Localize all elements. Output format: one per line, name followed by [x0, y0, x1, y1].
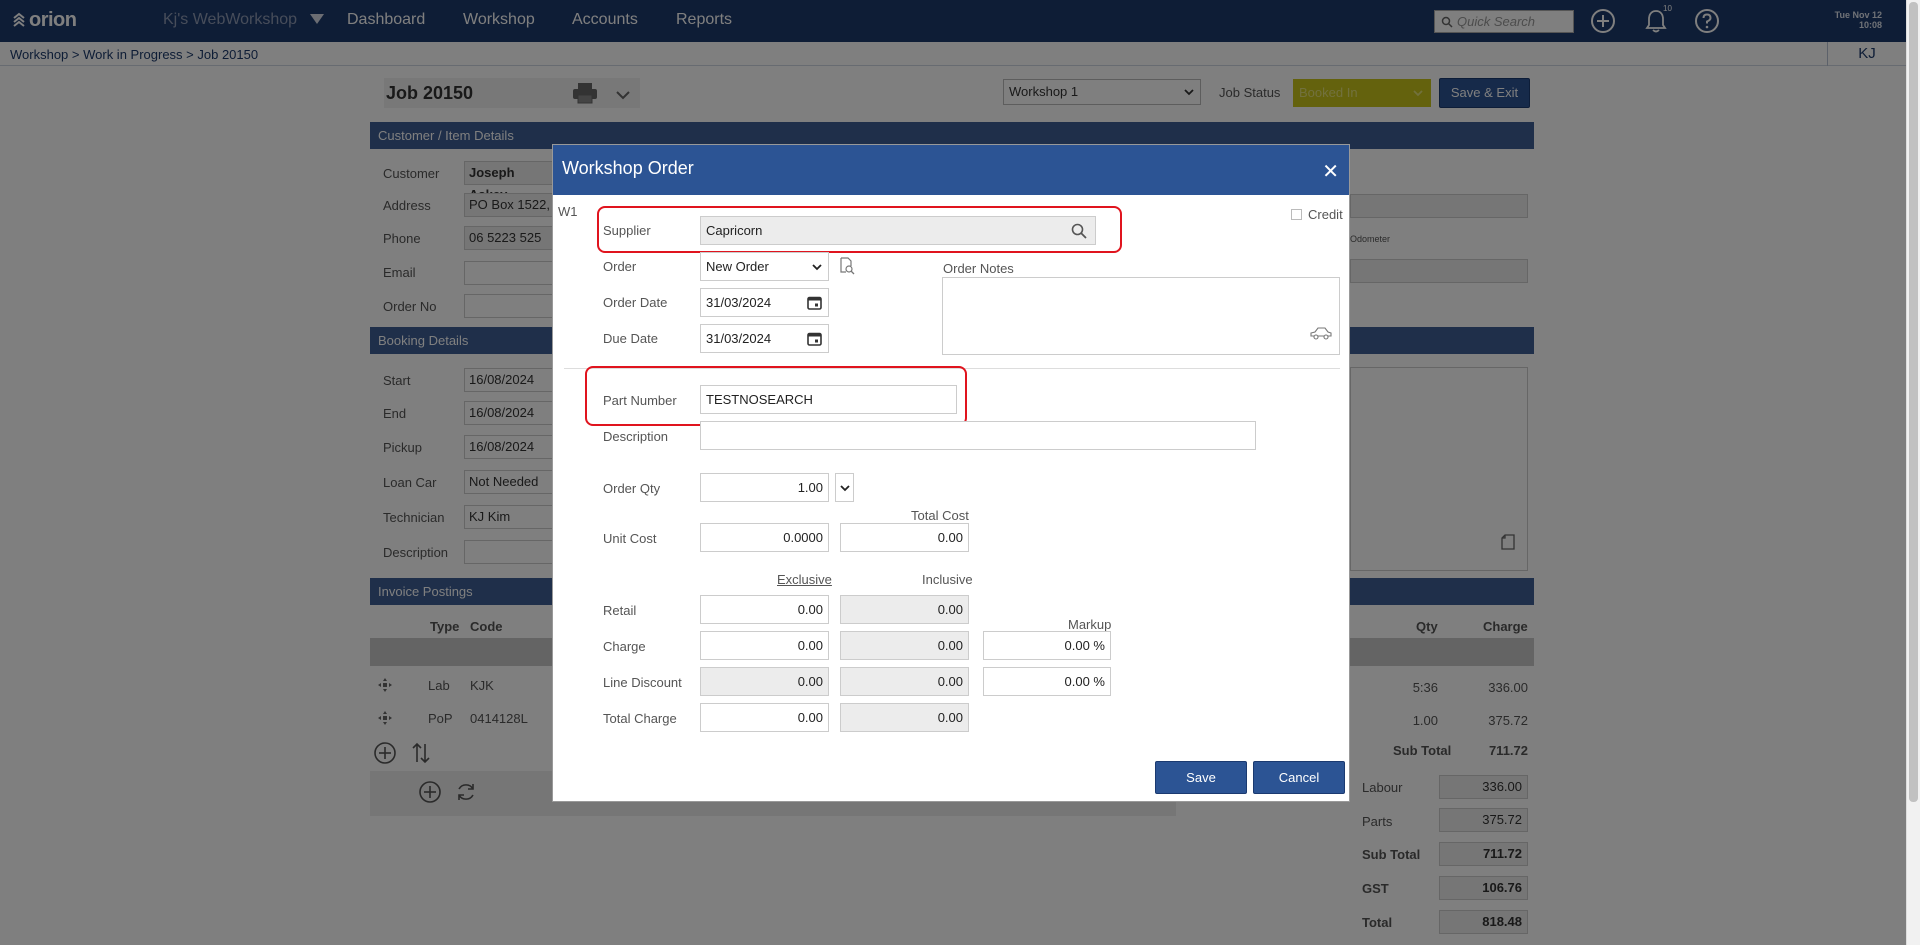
retail-inclusive-input: 0.00	[840, 595, 969, 624]
total-charge-label: Total Charge	[603, 711, 677, 726]
supplier-input[interactable]: Capricorn	[700, 216, 1096, 245]
calendar-icon[interactable]	[807, 331, 822, 346]
order-qty-label: Order Qty	[603, 481, 661, 496]
unit-cost-input[interactable]: 0.0000	[700, 523, 829, 552]
description-label: Description	[603, 429, 669, 444]
retail-label: Retail	[603, 603, 637, 618]
car-icon[interactable]	[1309, 326, 1333, 340]
workshop-order-dialog: Workshop Order ✕ W1 Credit Supplier Capr…	[552, 144, 1350, 802]
close-icon[interactable]: ✕	[1322, 149, 1339, 195]
total-cost-input[interactable]: 0.00	[840, 523, 969, 552]
due-date-value: 31/03/2024	[706, 331, 772, 346]
charge-inclusive-input: 0.00	[840, 631, 969, 660]
page-scrollbar[interactable]	[1906, 0, 1920, 945]
order-date-input[interactable]: 31/03/2024	[700, 288, 829, 317]
order-date-value: 31/03/2024	[706, 295, 772, 310]
supplier-value: Capricorn	[706, 223, 763, 238]
search-icon[interactable]	[1071, 223, 1087, 239]
dialog-title: Workshop Order	[562, 158, 694, 178]
due-date-input[interactable]: 31/03/2024	[700, 324, 829, 353]
document-search-icon[interactable]	[839, 257, 855, 275]
order-select-value: New Order	[706, 259, 769, 274]
charge-label: Charge	[603, 639, 646, 654]
total-charge-exclusive-input[interactable]: 0.00	[700, 703, 829, 732]
discount-markup-input[interactable]: 0.00 %	[983, 667, 1111, 696]
order-date-label: Order Date	[603, 295, 668, 310]
part-number-input[interactable]: TESTNOSEARCH	[700, 385, 957, 414]
exclusive-header[interactable]: Exclusive	[777, 572, 832, 587]
description-input[interactable]	[700, 421, 1256, 450]
credit-label: Credit	[1308, 207, 1343, 222]
order-qty-dropdown[interactable]	[835, 473, 854, 502]
order-code-label: W1	[558, 204, 578, 219]
cancel-button[interactable]: Cancel	[1253, 761, 1345, 794]
inclusive-header[interactable]: Inclusive	[922, 572, 973, 587]
calendar-icon[interactable]	[807, 295, 822, 310]
charge-markup-input[interactable]: 0.00 %	[983, 631, 1111, 660]
line-discount-label: Line Discount	[603, 675, 682, 690]
supplier-label: Supplier	[603, 223, 651, 238]
charge-exclusive-input[interactable]: 0.00	[700, 631, 829, 660]
order-label: Order	[603, 259, 637, 274]
unit-cost-label: Unit Cost	[603, 531, 657, 546]
order-notes-textarea[interactable]	[942, 277, 1340, 355]
total-cost-label: Total Cost	[911, 508, 969, 523]
order-select[interactable]: New Order	[700, 252, 829, 281]
chevron-down-icon	[812, 264, 822, 271]
chevron-down-icon	[840, 485, 850, 492]
discount-inclusive-input: 0.00	[840, 667, 969, 696]
order-qty-input[interactable]: 1.00	[700, 473, 829, 502]
dialog-header: Workshop Order ✕	[553, 145, 1349, 195]
credit-checkbox[interactable]	[1291, 209, 1302, 220]
total-charge-inclusive-input: 0.00	[840, 703, 969, 732]
scrollbar-thumb[interactable]	[1909, 2, 1918, 802]
retail-exclusive-input[interactable]: 0.00	[700, 595, 829, 624]
discount-exclusive-input: 0.00	[700, 667, 829, 696]
markup-header: Markup	[1068, 617, 1112, 632]
part-number-label: Part Number	[603, 393, 677, 408]
order-notes-label: Order Notes	[943, 261, 1014, 276]
save-button[interactable]: Save	[1155, 761, 1247, 794]
due-date-label: Due Date	[603, 331, 658, 346]
